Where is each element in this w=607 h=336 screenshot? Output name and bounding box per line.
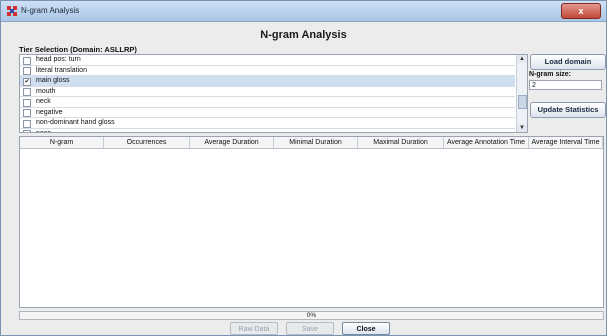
table-header: N-gram Occurrences Average Duration Minimal… [20,137,603,149]
tier-item-label: nose [36,129,52,133]
ngram-size-label: N-gram size: [529,71,572,78]
column-header[interactable]: Average Duration [190,137,274,148]
tier-item[interactable]: non-dominant hand gloss [20,118,515,129]
tier-item[interactable]: head pos: turn [20,55,515,66]
page-title: N-gram Analysis [260,29,347,41]
column-header[interactable]: Maximal Duration [358,137,444,148]
progress-bar: 0% [19,311,604,320]
tier-checkbox[interactable] [23,67,31,75]
update-statistics-button[interactable]: Update Statistics [530,102,606,118]
tier-item[interactable]: nose [20,129,515,133]
close-button[interactable]: Close [342,322,390,335]
progress-text: 0% [306,312,317,319]
tier-item-label: neck [36,98,51,105]
scroll-down-icon[interactable]: ▼ [517,124,527,132]
tier-selection-list[interactable]: head pos: turn literal translation ✔ main g… [19,54,528,133]
app-icon [7,6,17,16]
tier-list-scrollbar[interactable]: ▲ ▼ [516,55,527,132]
ngram-analysis-window: N-gram Analysis x N-gram Analysis Tier S… [0,0,607,336]
ngram-results-table[interactable]: N-gram Occurrences Average Duration Minimal… [19,136,604,308]
tier-selection-label: Tier Selection (Domain: ASLLRP) [19,45,137,54]
column-header[interactable]: Average Interval Time [529,137,603,148]
tier-checkbox[interactable] [23,130,31,132]
save-button[interactable]: Save [286,322,334,335]
tier-item[interactable]: literal translation [20,66,515,76]
column-header[interactable]: Average Annotation Time [444,137,529,148]
tier-item-label: main gloss [36,77,70,84]
title-bar[interactable]: N-gram Analysis x [1,1,606,22]
column-header[interactable]: Minimal Duration [274,137,358,148]
tier-item-label: non-dominant hand gloss [36,119,115,126]
column-header[interactable]: Occurrences [104,137,190,148]
tier-checkbox[interactable]: ✔ [23,77,31,86]
load-domain-button[interactable]: Load domain [530,54,606,70]
window-close-button[interactable]: x [561,3,601,19]
tier-checkbox[interactable] [23,119,31,128]
tier-item[interactable]: mouth [20,87,515,97]
tier-checkbox[interactable] [23,98,31,107]
scroll-up-icon[interactable]: ▲ [517,55,527,63]
column-header[interactable]: N-gram [20,137,104,148]
tier-item-label: mouth [36,87,56,95]
window-title: N-gram Analysis [21,6,80,15]
tier-item[interactable]: negative [20,108,515,118]
tier-item[interactable]: neck [20,97,515,108]
tier-item[interactable]: ✔ main gloss [20,76,515,87]
tier-item-label: negative [36,108,63,116]
ngram-size-input[interactable]: 2 [529,80,602,90]
raw-data-button[interactable]: Raw Data [230,322,278,335]
tier-checkbox[interactable] [23,88,31,96]
tier-rows: head pos: turn literal translation ✔ main g… [20,55,515,133]
tier-checkbox[interactable] [23,109,31,117]
scroll-thumb[interactable] [518,95,527,109]
tier-item-label: literal translation [36,66,87,74]
tier-checkbox[interactable] [23,56,31,65]
tier-item-label: head pos: turn [36,56,81,63]
